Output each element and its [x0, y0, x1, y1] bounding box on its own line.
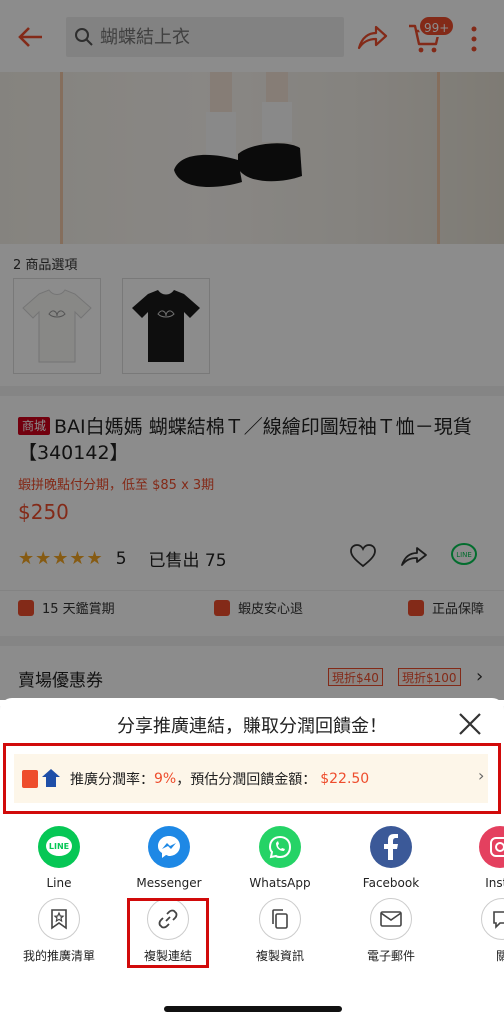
- share-app-label: Insta: [485, 876, 504, 890]
- facebook-icon: [370, 826, 412, 868]
- more-action-button[interactable]: 關: [452, 898, 504, 964]
- instagram-icon: [479, 826, 504, 868]
- dim-overlay[interactable]: [0, 0, 504, 700]
- share-app-label: Line: [46, 876, 72, 890]
- bookmark-star-icon: [38, 898, 80, 940]
- share-sheet-title: 分享推廣連結，賺取分潤回饋金！: [117, 716, 387, 737]
- chevron-right-icon: ›: [478, 766, 485, 785]
- chat-icon: [481, 898, 504, 940]
- share-sheet: 分享推廣連結，賺取分潤回饋金！ 推廣分潤率： 9% ，預估分潤回饋金額： $22.50…: [0, 698, 504, 1023]
- messenger-icon: [148, 826, 190, 868]
- email-button[interactable]: 電子郵件: [341, 898, 441, 964]
- commission-text-before: 推廣分潤率：: [70, 771, 154, 788]
- home-indicator: [164, 1006, 342, 1012]
- affiliate-commission-banner[interactable]: 推廣分潤率： 9% ，預估分潤回饋金額： $22.50 ›: [3, 743, 501, 814]
- commission-amount: $22.50: [320, 770, 370, 787]
- share-apps-row: LINE Line Messenger WhatsApp Facebook In…: [0, 826, 504, 898]
- copy-link-highlight: [127, 898, 209, 968]
- share-instagram-button[interactable]: Insta: [454, 826, 504, 890]
- line-icon: LINE: [38, 826, 80, 868]
- mail-icon: [370, 898, 412, 940]
- action-label: 複製資訊: [255, 949, 304, 963]
- commission-rate: 9%: [154, 770, 177, 787]
- copy-info-button[interactable]: 複製資訊: [230, 898, 330, 964]
- commission-info: 推廣分潤率： 9% ，預估分潤回饋金額： $22.50: [14, 754, 488, 803]
- action-label: 關: [495, 949, 504, 963]
- affiliate-plus-logo-icon: [22, 768, 60, 788]
- copy-icon: [259, 898, 301, 940]
- share-messenger-button[interactable]: Messenger: [123, 826, 215, 890]
- action-label: 電子郵件: [366, 949, 415, 963]
- share-actions-row: 我的推廣清單 複製連結 複製資訊 電子郵件 關: [0, 898, 504, 968]
- my-promotion-list-button[interactable]: 我的推廣清單: [9, 898, 109, 964]
- commission-text-mid: ，預估分潤回饋金額：: [176, 771, 317, 788]
- share-line-button[interactable]: LINE Line: [13, 826, 105, 890]
- share-app-label: WhatsApp: [249, 876, 311, 890]
- action-label: 我的推廣清單: [22, 949, 95, 963]
- share-app-label: Facebook: [362, 876, 420, 890]
- svg-text:LINE: LINE: [49, 842, 69, 851]
- close-icon[interactable]: [456, 710, 484, 738]
- share-app-label: Messenger: [136, 876, 202, 890]
- whatsapp-icon: [259, 826, 301, 868]
- share-facebook-button[interactable]: Facebook: [345, 826, 437, 890]
- share-whatsapp-button[interactable]: WhatsApp: [234, 826, 326, 890]
